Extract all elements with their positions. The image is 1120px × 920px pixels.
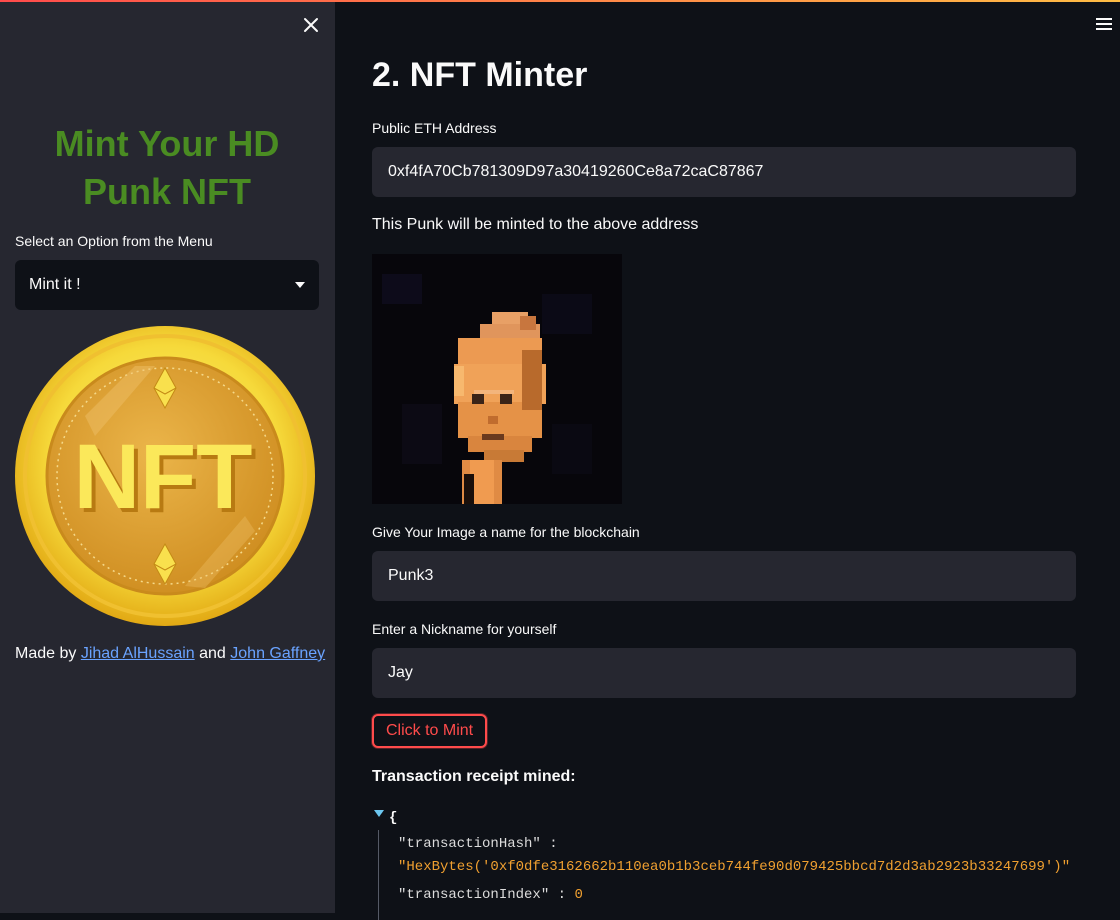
nickname-label: Enter a Nickname for yourself bbox=[372, 621, 557, 637]
author-link-jihad[interactable]: Jihad AlHussain bbox=[81, 645, 195, 662]
top-decoration-bar bbox=[0, 0, 1120, 2]
minted-info-text: This Punk will be minted to the above ad… bbox=[372, 216, 699, 233]
address-label: Public ETH Address bbox=[372, 120, 497, 136]
sidebar-title: Mint Your HD Punk NFT bbox=[54, 123, 280, 212]
menu-select[interactable]: Mint it ! bbox=[15, 260, 319, 310]
json-value-transaction-index: 0 bbox=[574, 887, 583, 903]
receipt-label: Transaction receipt mined: bbox=[372, 768, 576, 785]
json-key-transaction-hash: "transactionHash" : bbox=[398, 836, 558, 852]
punk-image bbox=[372, 254, 622, 504]
credits-prefix: Made by bbox=[15, 645, 77, 662]
close-icon bbox=[304, 18, 318, 32]
coin-text: NFT bbox=[74, 426, 253, 528]
caret-down-icon bbox=[295, 282, 305, 288]
credits-conjunction: and bbox=[199, 645, 226, 662]
json-key-transaction-index: "transactionIndex" : bbox=[398, 887, 567, 903]
collapse-toggle-icon[interactable] bbox=[374, 810, 384, 817]
json-value-transaction-hash: "HexBytes('0xf0dfe3162662b110ea0b1b3ceb7… bbox=[398, 859, 1071, 875]
name-label: Give Your Image a name for the blockchai… bbox=[372, 524, 640, 540]
json-row-transaction-index: "transactionIndex" : 0 bbox=[398, 887, 583, 903]
mint-button[interactable]: Click to Mint bbox=[372, 714, 488, 748]
image-name-input[interactable] bbox=[372, 551, 1076, 601]
json-open-brace: { bbox=[389, 810, 398, 826]
author-link-john[interactable]: John Gaffney bbox=[230, 645, 325, 662]
select-label: Select an Option from the Menu bbox=[15, 233, 213, 249]
select-value: Mint it ! bbox=[29, 276, 81, 293]
close-sidebar-button[interactable] bbox=[300, 14, 322, 36]
nft-coin-image: NFT NFT bbox=[15, 326, 315, 626]
nickname-input[interactable] bbox=[372, 648, 1076, 698]
sidebar: Mint Your HD Punk NFT Select an Option f… bbox=[0, 0, 335, 913]
eth-address-input[interactable] bbox=[372, 147, 1076, 197]
credits: Made by Jihad AlHussain and John Gaffney bbox=[15, 645, 325, 663]
main-menu-button[interactable] bbox=[1094, 14, 1116, 36]
json-indent-guide bbox=[378, 830, 379, 920]
hamburger-icon bbox=[1096, 18, 1112, 30]
page-title: 2. NFT Minter bbox=[372, 56, 588, 94]
